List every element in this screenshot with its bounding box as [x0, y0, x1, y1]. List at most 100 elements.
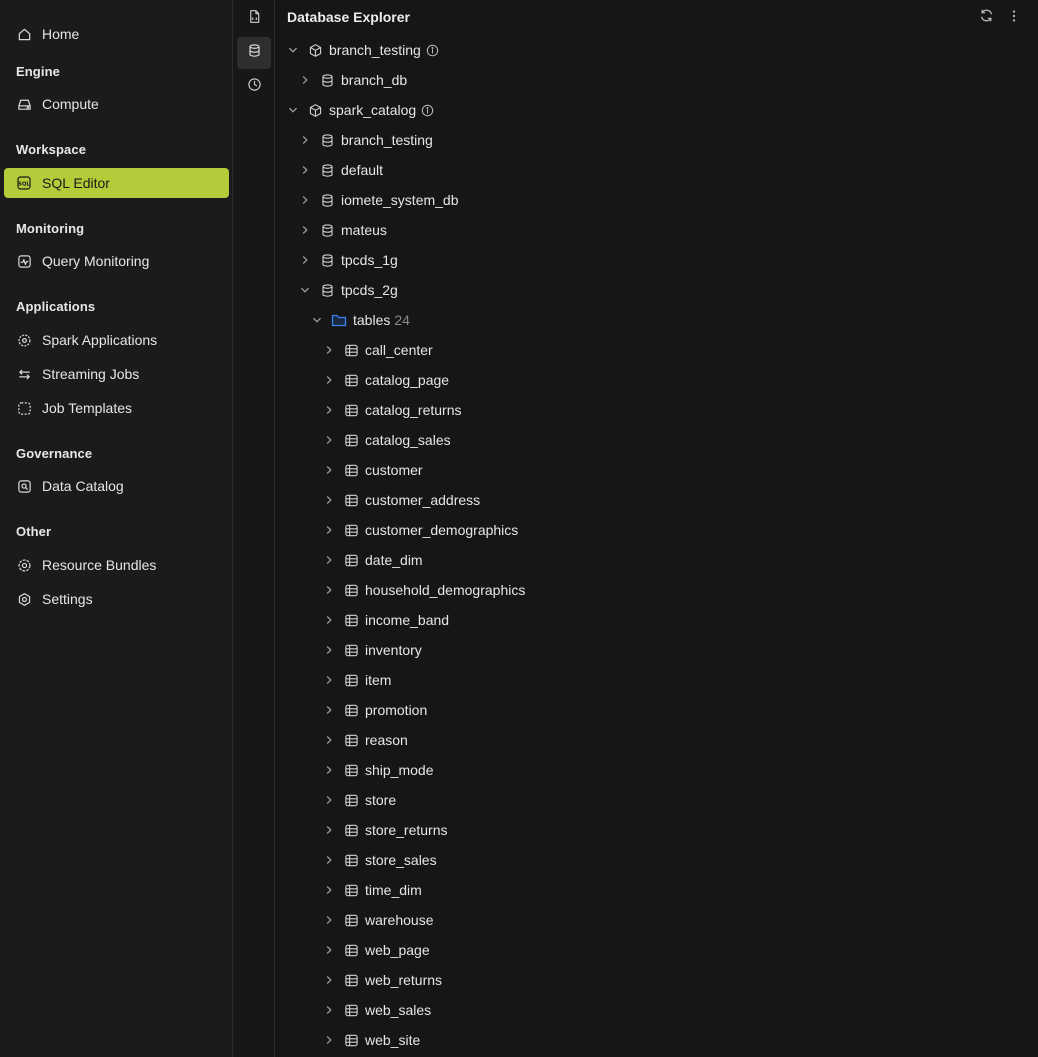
tree-database[interactable]: iomete_system_db [275, 185, 459, 215]
tree-table[interactable]: customer_address [275, 485, 480, 515]
chevron-right-icon[interactable] [323, 794, 335, 806]
tree-database[interactable]: tpcds_1g [275, 245, 398, 275]
tree-table[interactable]: store_returns [275, 815, 447, 845]
clock-icon [247, 77, 262, 97]
tree-database[interactable]: default [275, 155, 383, 185]
chevron-right-icon[interactable] [323, 944, 335, 956]
tree-catalog[interactable]: branch_testing [275, 35, 439, 65]
chevron-down-icon[interactable] [311, 314, 323, 326]
nav-item-streaming-jobs[interactable]: Streaming Jobs [4, 359, 229, 389]
tree-table[interactable]: customer_demographics [275, 515, 518, 545]
chevron-down-icon[interactable] [287, 104, 299, 116]
tree-table[interactable]: call_center [275, 335, 433, 365]
tree-table[interactable]: promotion [275, 695, 427, 725]
chevron-right-icon[interactable] [323, 434, 335, 446]
more-options-button[interactable] [1004, 8, 1024, 28]
chevron-right-icon[interactable] [323, 974, 335, 986]
nav-item-resource-bundles[interactable]: Resource Bundles [4, 550, 229, 580]
catalog-icon [16, 478, 32, 494]
chevron-right-icon[interactable] [299, 134, 311, 146]
database-icon [247, 43, 262, 63]
database-icon [319, 192, 335, 208]
tree-database[interactable]: branch_db [275, 65, 407, 95]
tree-table[interactable]: income_band [275, 605, 449, 635]
nav-item-data-catalog[interactable]: Data Catalog [4, 471, 229, 501]
chevron-right-icon[interactable] [323, 674, 335, 686]
tree-table[interactable]: store [275, 785, 396, 815]
chevron-right-icon[interactable] [323, 464, 335, 476]
rail-history-button[interactable] [237, 71, 271, 103]
nav-section-governance: Governance [16, 446, 93, 461]
tree-table[interactable]: web_page [275, 935, 430, 965]
tree-table[interactable]: reason [275, 725, 408, 755]
chevron-right-icon[interactable] [323, 404, 335, 416]
tree-table[interactable]: customer [275, 455, 423, 485]
chevron-right-icon[interactable] [323, 374, 335, 386]
refresh-button[interactable] [976, 8, 996, 28]
chevron-right-icon[interactable] [323, 494, 335, 506]
nav-item-job-templates[interactable]: Job Templates [4, 393, 229, 423]
chevron-right-icon[interactable] [323, 914, 335, 926]
tree-table[interactable]: warehouse [275, 905, 434, 935]
tree-table[interactable]: web_returns [275, 965, 442, 995]
monitoring-icon [16, 253, 32, 269]
chevron-right-icon[interactable] [323, 554, 335, 566]
chevron-right-icon[interactable] [323, 824, 335, 836]
tree-table[interactable]: web_sales [275, 995, 431, 1025]
chevron-right-icon[interactable] [323, 644, 335, 656]
table-icon [343, 1032, 359, 1048]
nav-item-settings[interactable]: Settings [4, 584, 229, 614]
chevron-right-icon[interactable] [323, 1034, 335, 1046]
tree-table[interactable]: catalog_returns [275, 395, 462, 425]
chevron-right-icon[interactable] [323, 584, 335, 596]
chevron-right-icon[interactable] [299, 254, 311, 266]
table-icon [343, 672, 359, 688]
chevron-right-icon[interactable] [323, 854, 335, 866]
chevron-down-icon[interactable] [299, 284, 311, 296]
tree-node-label: tables [353, 312, 391, 328]
rail-database-explorer-button[interactable] [237, 37, 271, 69]
tree-table[interactable]: household_demographics [275, 575, 525, 605]
chevron-right-icon[interactable] [323, 614, 335, 626]
nav-item-compute[interactable]: Compute [4, 89, 229, 119]
chevron-right-icon[interactable] [323, 344, 335, 356]
tree-database[interactable]: branch_testing [275, 125, 433, 155]
nav-label: Settings [42, 591, 93, 607]
tree-database[interactable]: tpcds_2g [275, 275, 398, 305]
nav-label: Query Monitoring [42, 253, 150, 269]
chevron-right-icon[interactable] [299, 164, 311, 176]
chevron-right-icon[interactable] [323, 764, 335, 776]
tree-table[interactable]: time_dim [275, 875, 422, 905]
tree-table[interactable]: date_dim [275, 545, 423, 575]
chevron-right-icon[interactable] [323, 524, 335, 536]
table-icon [343, 792, 359, 808]
chevron-right-icon[interactable] [323, 734, 335, 746]
chevron-right-icon[interactable] [323, 884, 335, 896]
chevron-right-icon[interactable] [299, 194, 311, 206]
tree-database[interactable]: mateus [275, 215, 387, 245]
nav-item-query-monitoring[interactable]: Query Monitoring [4, 246, 229, 276]
tree-table[interactable]: ship_mode [275, 755, 434, 785]
tree-table[interactable]: store_sales [275, 845, 437, 875]
tree-table[interactable]: item [275, 665, 391, 695]
tree-table[interactable]: catalog_page [275, 365, 449, 395]
tree-table[interactable]: inventory [275, 635, 422, 665]
nav-item-home[interactable]: Home [4, 19, 229, 49]
tree-folder-tables[interactable]: tables 24 [275, 305, 410, 335]
chevron-right-icon[interactable] [323, 704, 335, 716]
info-icon[interactable] [426, 44, 439, 57]
nav-label: Resource Bundles [42, 557, 157, 573]
panel-title: Database Explorer [287, 9, 410, 25]
info-icon[interactable] [421, 104, 434, 117]
tree-node-label: catalog_returns [365, 402, 462, 418]
tree-catalog[interactable]: spark_catalog [275, 95, 434, 125]
rail-worksheets-button[interactable] [237, 3, 271, 35]
tree-table[interactable]: catalog_sales [275, 425, 451, 455]
nav-item-spark-applications[interactable]: Spark Applications [4, 325, 229, 355]
nav-item-sql-editor[interactable]: SQL SQL Editor [4, 168, 229, 198]
chevron-right-icon[interactable] [323, 1004, 335, 1016]
chevron-right-icon[interactable] [299, 74, 311, 86]
tree-table[interactable]: web_site [275, 1025, 420, 1055]
chevron-down-icon[interactable] [287, 44, 299, 56]
chevron-right-icon[interactable] [299, 224, 311, 236]
